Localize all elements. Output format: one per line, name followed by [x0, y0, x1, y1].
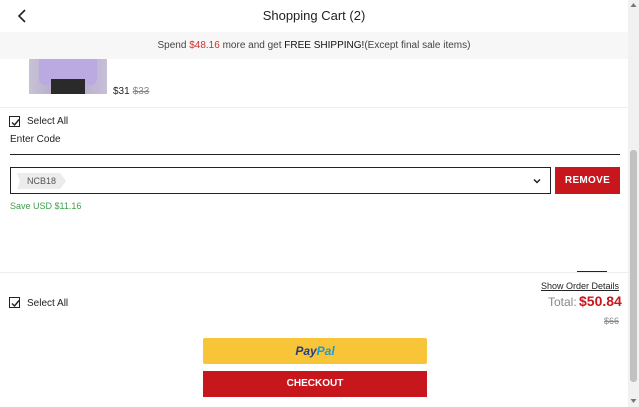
product-current-price: $31 — [113, 86, 130, 97]
show-order-details-link[interactable]: Show Order Details — [541, 281, 619, 291]
shipping-suffix: (Except final sale items) — [364, 40, 471, 51]
code-underline — [10, 154, 620, 155]
shipping-prefix: Spend — [157, 40, 190, 51]
paypal-logo-pay: Pay — [295, 344, 317, 358]
enter-code-label: Enter Code — [10, 134, 61, 145]
remove-coupon-button[interactable]: REMOVE — [555, 167, 620, 194]
check-icon — [11, 300, 20, 308]
paypal-logo-pal: Pal — [316, 344, 335, 358]
check-icon — [11, 119, 20, 127]
footer-accent-line — [577, 271, 607, 272]
product-pants — [51, 79, 85, 94]
scroll-down-arrow-icon[interactable] — [630, 398, 637, 404]
chevron-down-icon — [533, 178, 541, 184]
select-all-checkbox-bottom[interactable] — [9, 297, 20, 308]
page-title: Shopping Cart (2) — [262, 8, 366, 23]
select-all-label-bottom: Select All — [27, 298, 69, 309]
free-shipping-label: FREE SHIPPING! — [284, 40, 365, 51]
footer-divider — [0, 272, 628, 273]
total-value: $50.84 — [579, 293, 622, 309]
coupon-savings: Save USD $11.16 — [10, 201, 82, 211]
shipping-middle: more and get — [219, 40, 285, 51]
scroll-up-arrow-icon[interactable] — [630, 2, 637, 8]
product-image[interactable] — [29, 59, 107, 94]
total-label: Total: — [548, 295, 577, 309]
checkout-button[interactable]: CHECKOUT — [203, 371, 427, 397]
shipping-amount: $48.16 — [189, 40, 220, 51]
scrollbar-thumb[interactable] — [630, 150, 637, 382]
free-shipping-banner: Spend $48.16 more and get FREE SHIPPING!… — [0, 32, 628, 59]
select-all-checkbox-top[interactable] — [9, 116, 20, 127]
original-total: $66 — [604, 316, 620, 326]
select-all-label-top: Select All — [27, 116, 69, 127]
header: Shopping Cart (2) — [0, 0, 628, 32]
coupon-code-select[interactable]: NCB18 — [10, 167, 551, 194]
divider — [0, 107, 628, 108]
coupon-code-chip: NCB18 — [17, 173, 67, 189]
paypal-button[interactable]: PayPal — [203, 338, 427, 364]
product-original-price: $33 — [132, 86, 150, 97]
product-price: $31 $33 — [113, 86, 149, 97]
